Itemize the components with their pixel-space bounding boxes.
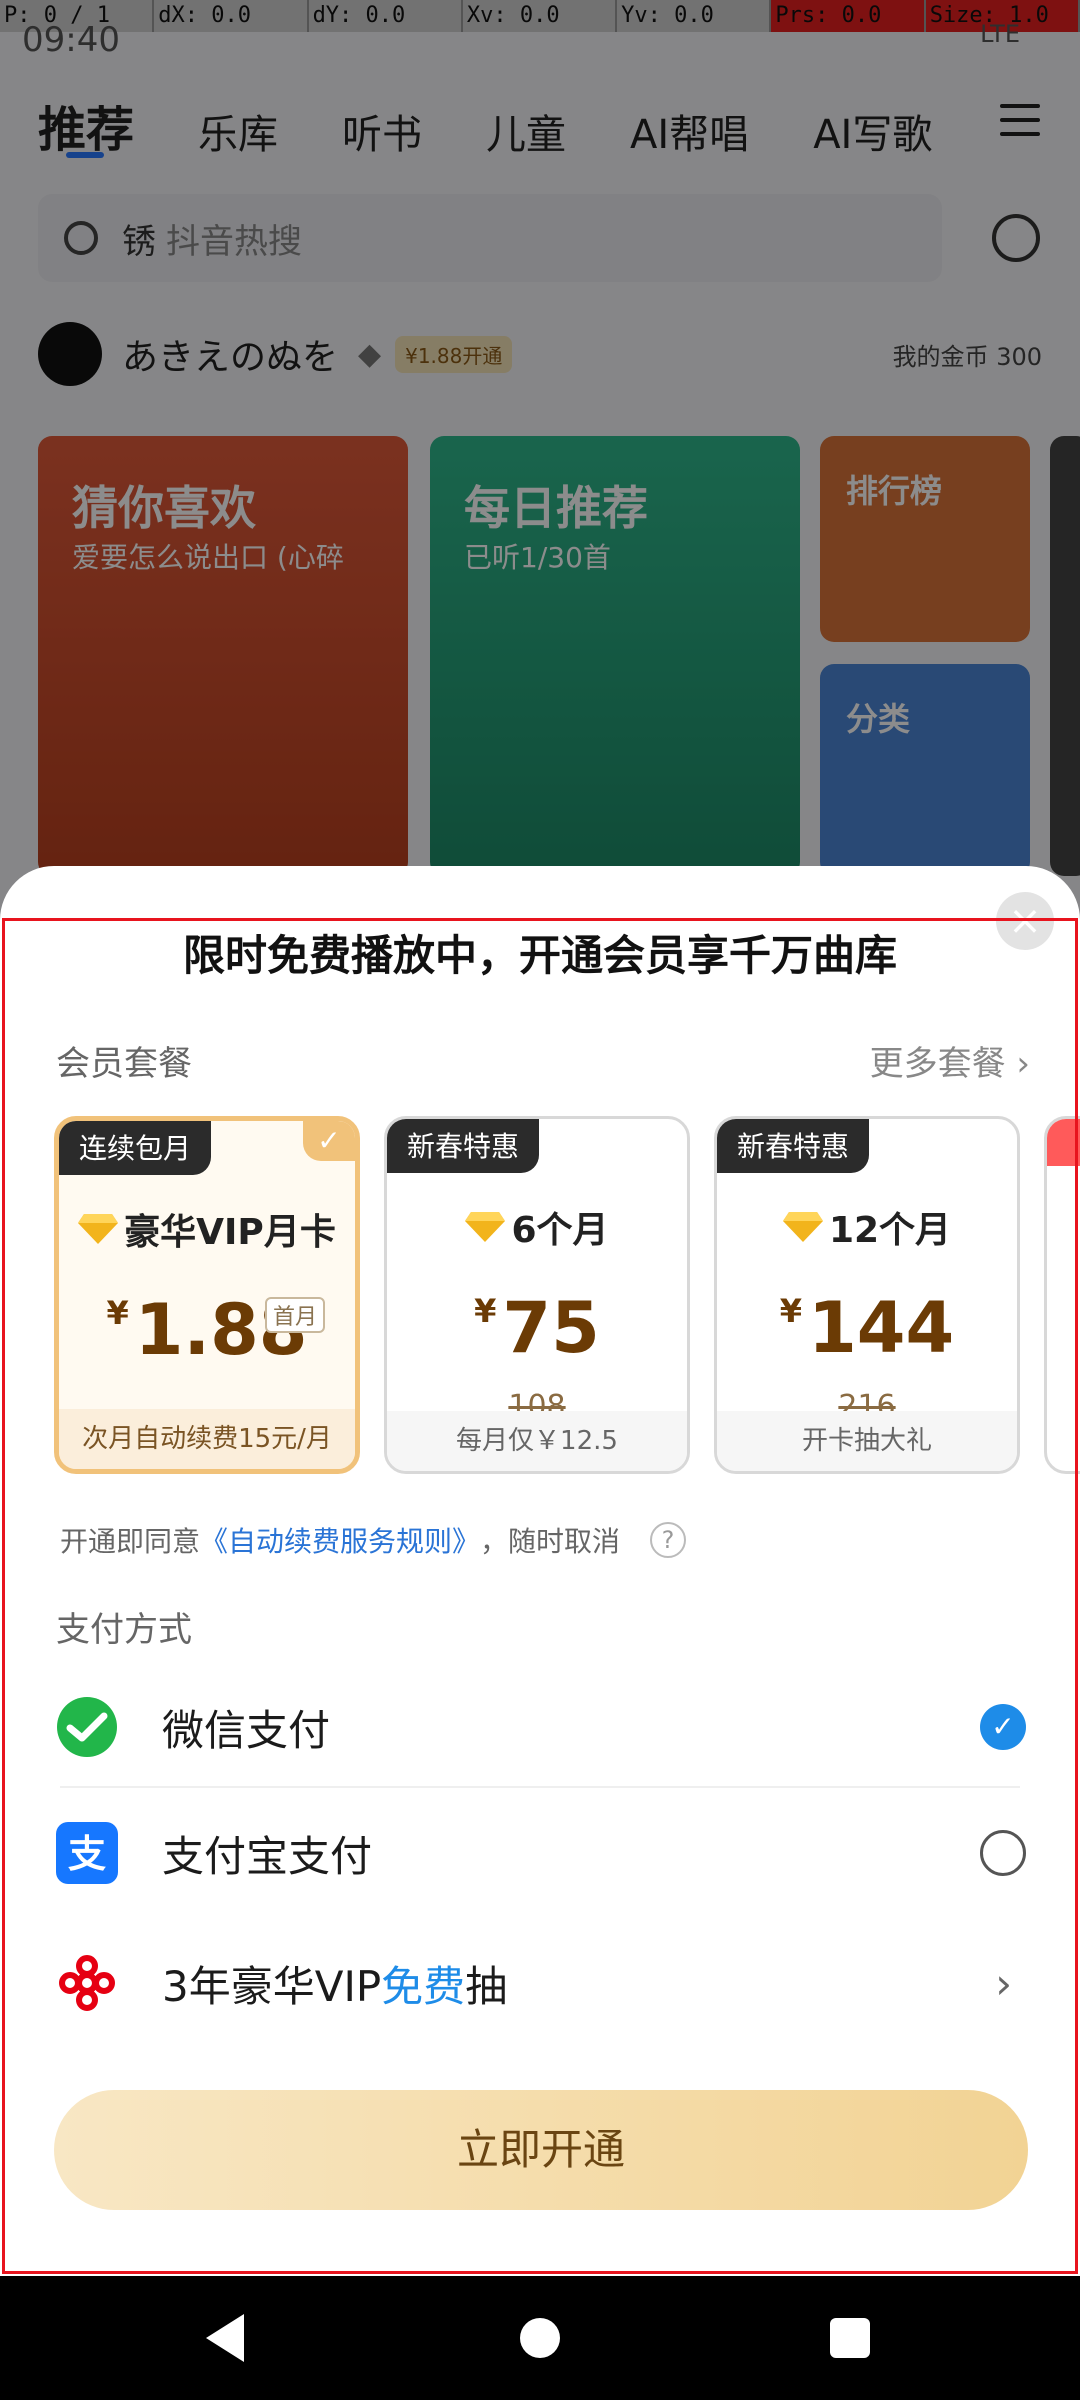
- diamond-icon: [465, 1212, 506, 1242]
- promo-prefix: 3年豪华VIP: [162, 1961, 382, 2011]
- plan-footer: 每月仅￥12.5: [387, 1411, 687, 1471]
- alipay-icon: 支: [56, 1822, 118, 1884]
- currency-symbol: ¥: [474, 1292, 497, 1330]
- plan-card-peek[interactable]: [1044, 1116, 1080, 1474]
- plan-footer: 次月自动续费15元/月: [59, 1409, 355, 1469]
- promo-row[interactable]: 3年豪华VIP免费抽 ›: [56, 1928, 1026, 2038]
- plan-card-12-months[interactable]: 新春特惠 12个月 ¥144 216 开卡抽大礼: [714, 1116, 1020, 1474]
- plan-badge: 新春特惠: [387, 1119, 540, 1173]
- plan-badge: 新春特惠: [717, 1119, 870, 1173]
- wechat-pay-label: 微信支付: [162, 1705, 331, 1755]
- diamond-icon: [78, 1214, 119, 1244]
- divider: [60, 1786, 1020, 1788]
- plan-name-text: 6个月: [511, 1210, 609, 1251]
- alipay-radio[interactable]: [980, 1830, 1026, 1876]
- plan-price: ¥75: [387, 1287, 687, 1369]
- recent-apps-icon[interactable]: [830, 2318, 870, 2358]
- system-nav-bar: [0, 2276, 1080, 2400]
- promo-highlight: 免费: [381, 1961, 466, 2011]
- payment-option-wechat[interactable]: 微信支付 ✓: [56, 1672, 1026, 1782]
- currency-symbol: ¥: [106, 1294, 129, 1332]
- back-icon[interactable]: [206, 2314, 244, 2362]
- plan-badge-peek: [1047, 1119, 1080, 1166]
- plan-name-text: 12个月: [828, 1210, 952, 1251]
- check-icon: ✓: [303, 1121, 355, 1161]
- vip-purchase-sheet: × 限时免费播放中，开通会员享千万曲库 会员套餐 更多套餐 › 连续包月 ✓ 豪…: [0, 866, 1080, 2276]
- sheet-title: 限时免费播放中，开通会员享千万曲库: [182, 931, 897, 980]
- alipay-label: 支付宝支付: [162, 1831, 373, 1881]
- promo-label: 3年豪华VIP免费抽: [162, 1953, 507, 2014]
- plan-price: ¥144: [717, 1287, 1017, 1369]
- help-icon[interactable]: ?: [650, 1522, 687, 1558]
- membership-label: 会员套餐: [56, 1044, 192, 1084]
- svg-text:支: 支: [68, 1832, 106, 1876]
- plan-footer: 开卡抽大礼: [717, 1411, 1017, 1471]
- open-now-button[interactable]: 立即开通: [54, 2090, 1028, 2210]
- agreement-suffix: ，随时取消: [480, 1525, 621, 1558]
- wechat-radio-checked[interactable]: ✓: [980, 1704, 1026, 1750]
- chevron-right-icon: ›: [995, 1958, 1012, 2008]
- plan-name: 6个月: [387, 1201, 687, 1253]
- payment-method-label: 支付方式: [56, 1610, 192, 1650]
- agreement-row: 开通即同意 《自动续费服务规则》 ，随时取消 ?: [60, 1520, 687, 1560]
- plan-name: 豪华VIP月卡: [59, 1203, 355, 1255]
- plan-name-text: 豪华VIP月卡: [124, 1212, 336, 1253]
- plan-card-6-months[interactable]: 新春特惠 6个月 ¥75 108 每月仅￥12.5: [384, 1116, 690, 1474]
- diamond-icon: [782, 1212, 823, 1242]
- more-plans-link[interactable]: 更多套餐 ›: [870, 1036, 1030, 1085]
- payment-option-alipay[interactable]: 支 支付宝支付: [56, 1798, 1026, 1908]
- auto-renew-rules-link[interactable]: 《自动续费服务规则》: [200, 1520, 480, 1560]
- currency-symbol: ¥: [779, 1292, 803, 1330]
- agreement-prefix: 开通即同意: [60, 1525, 201, 1558]
- wechat-pay-icon: [57, 1697, 117, 1757]
- home-icon[interactable]: [520, 2318, 560, 2358]
- price-amount: 75: [502, 1287, 600, 1369]
- price-amount: 144: [808, 1287, 955, 1369]
- plan-card-monthly[interactable]: 连续包月 ✓ 豪华VIP月卡 ¥1.88 首月 次月自动续费15元/月: [54, 1116, 360, 1474]
- plan-name: 12个月: [717, 1201, 1017, 1253]
- promo-suffix: 抽: [465, 1961, 508, 2011]
- plan-badge: 连续包月: [59, 1121, 212, 1175]
- first-month-tag: 首月: [265, 1297, 326, 1333]
- unicom-knot-icon: [59, 1955, 115, 2011]
